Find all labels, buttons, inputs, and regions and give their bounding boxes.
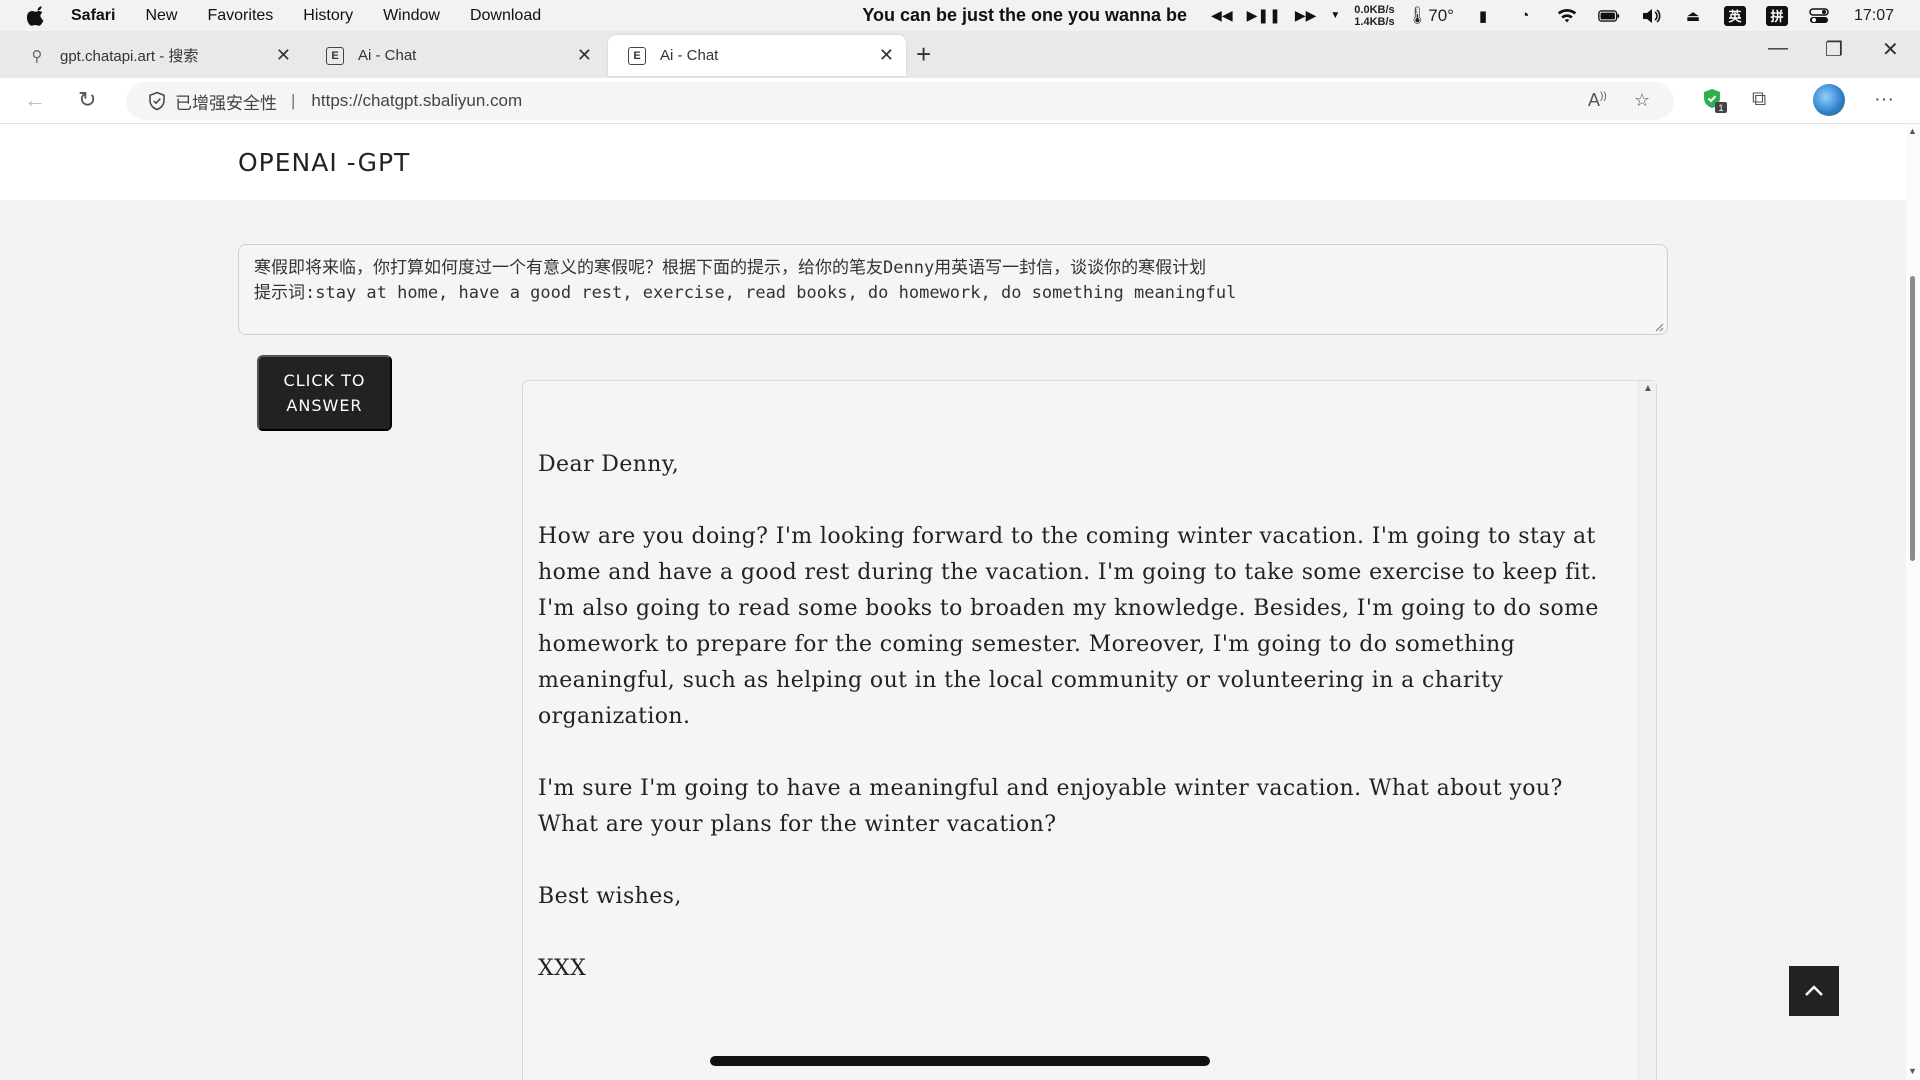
back-arrow-icon[interactable]: ←: [24, 87, 46, 113]
answer-output-box[interactable]: Dear Denny, How are you doing? I'm looki…: [522, 380, 1657, 1080]
answer-text: Dear Denny, How are you doing? I'm looki…: [538, 452, 1599, 981]
play-pause-icon[interactable]: ▶❚❚: [1247, 7, 1281, 24]
memory-icon[interactable]: ▮: [1472, 6, 1494, 26]
answer-scrollbar[interactable]: ▲: [1638, 381, 1656, 1080]
tab-ai-chat-1[interactable]: E Ai - Chat ✕: [306, 35, 604, 76]
net-download: 1.4KB/s: [1354, 15, 1395, 28]
menu-app-name[interactable]: Safari: [71, 7, 115, 25]
extensions-puzzle-icon[interactable]: ⧉: [1752, 88, 1766, 111]
fast-forward-icon[interactable]: ▶▶: [1295, 7, 1317, 24]
close-icon[interactable]: ✕: [577, 45, 592, 66]
read-aloud-icon[interactable]: A)): [1588, 90, 1607, 111]
new-tab-icon[interactable]: +: [916, 39, 931, 70]
wifi-icon[interactable]: [1556, 6, 1578, 26]
extension-badge-count: 1: [1718, 103, 1723, 113]
scroll-up-arrow-icon[interactable]: ▲: [1908, 126, 1917, 136]
tab-ai-chat-active[interactable]: E Ai - Chat ✕: [608, 35, 906, 76]
temperature-value: 70°: [1428, 5, 1454, 25]
tab-title: gpt.chatapi.art - 搜索: [60, 48, 199, 65]
click-to-answer-button[interactable]: CLICK TO ANSWER: [257, 355, 392, 431]
shield-icon[interactable]: [147, 91, 167, 111]
menu-download[interactable]: Download: [470, 7, 541, 25]
now-playing-title[interactable]: You can be just the one you wanna be: [862, 5, 1187, 26]
answer-button-label: CLICK TO ANSWER: [283, 371, 366, 415]
menu-window[interactable]: Window: [383, 7, 440, 25]
menu-favorites[interactable]: Favorites: [207, 7, 273, 25]
page-favicon-icon: E: [628, 46, 646, 65]
prompt-input[interactable]: [238, 244, 1668, 335]
ime-mode-icon[interactable]: 拼: [1765, 5, 1788, 26]
restore-icon[interactable]: ❐: [1825, 37, 1843, 62]
profile-avatar[interactable]: [1813, 84, 1845, 116]
menu-new[interactable]: New: [145, 7, 177, 25]
thermometer-icon: 🌡: [1406, 5, 1429, 25]
network-speed: 0.0KB/s 1.4KB/s: [1354, 4, 1394, 28]
scroll-down-arrow-icon[interactable]: ▼: [1908, 1066, 1917, 1076]
ime-language-icon[interactable]: 英: [1723, 5, 1746, 26]
scrollbar-thumb[interactable]: [1910, 276, 1915, 561]
page-scrollbar[interactable]: ▲ ▼: [1906, 124, 1920, 1080]
rewind-icon[interactable]: ◀◀: [1211, 7, 1233, 24]
close-icon[interactable]: ✕: [276, 45, 291, 66]
menu-bar: Safari New Favorites History Window Down…: [0, 0, 1920, 31]
menu-history[interactable]: History: [303, 7, 353, 25]
extension-shield-icon[interactable]: 1: [1700, 86, 1728, 114]
battery-icon[interactable]: [1598, 6, 1620, 26]
search-icon: ⚲: [31, 47, 43, 65]
menubar-clock[interactable]: 17:07: [1854, 7, 1894, 25]
page-favicon-icon: E: [326, 46, 344, 65]
chevron-up-icon: [1805, 985, 1823, 996]
cpu-icon[interactable]: ◔: [1514, 6, 1536, 26]
status-area: You can be just the one you wanna be ◀◀ …: [862, 0, 1920, 31]
browser-toolbar: ← ↻ 已增强安全性 | https://chatgpt.sbaliyun.co…: [0, 78, 1920, 124]
horizontal-scrollbar[interactable]: [710, 1056, 1210, 1066]
window-close-icon[interactable]: ✕: [1882, 37, 1899, 62]
security-label[interactable]: 已增强安全性: [175, 89, 277, 114]
web-page: OPENAI -GPT CLICK TO ANSWER Dear Denny, …: [0, 124, 1906, 1080]
tab-strip: ⚲ gpt.chatapi.art - 搜索 ✕ E Ai - Chat ✕ E…: [0, 31, 1920, 78]
address-bar[interactable]: 已增强安全性 | https://chatgpt.sbaliyun.com A)…: [126, 82, 1674, 120]
apple-icon[interactable]: [27, 5, 47, 26]
control-center-icon[interactable]: [1808, 6, 1830, 26]
temperature-readout: 🌡70°: [1407, 6, 1454, 26]
back-to-top-button[interactable]: [1789, 966, 1839, 1016]
tab-title: Ai - Chat: [358, 47, 417, 64]
url-separator: |: [291, 91, 296, 110]
expand-icon[interactable]: ▼: [1330, 10, 1340, 21]
tab-title: Ai - Chat: [660, 47, 719, 64]
more-menu-icon[interactable]: ···: [1874, 88, 1894, 111]
site-header: OPENAI -GPT: [0, 124, 1906, 200]
eject-icon[interactable]: ⏏: [1682, 6, 1704, 26]
add-favorite-icon[interactable]: ☆: [1634, 90, 1650, 111]
site-title: OPENAI -GPT: [238, 148, 411, 177]
net-upload: 0.0KB/s: [1354, 3, 1395, 16]
volume-icon[interactable]: [1640, 6, 1662, 26]
url-text[interactable]: https://chatgpt.sbaliyun.com: [311, 91, 522, 111]
tab-search[interactable]: ⚲ gpt.chatapi.art - 搜索 ✕: [8, 35, 303, 76]
minimize-icon[interactable]: —: [1768, 37, 1788, 60]
refresh-icon[interactable]: ↻: [78, 87, 96, 113]
resize-handle-icon[interactable]: [1654, 322, 1664, 332]
close-icon[interactable]: ✕: [879, 45, 894, 66]
scroll-up-arrow-icon[interactable]: ▲: [1643, 383, 1653, 394]
